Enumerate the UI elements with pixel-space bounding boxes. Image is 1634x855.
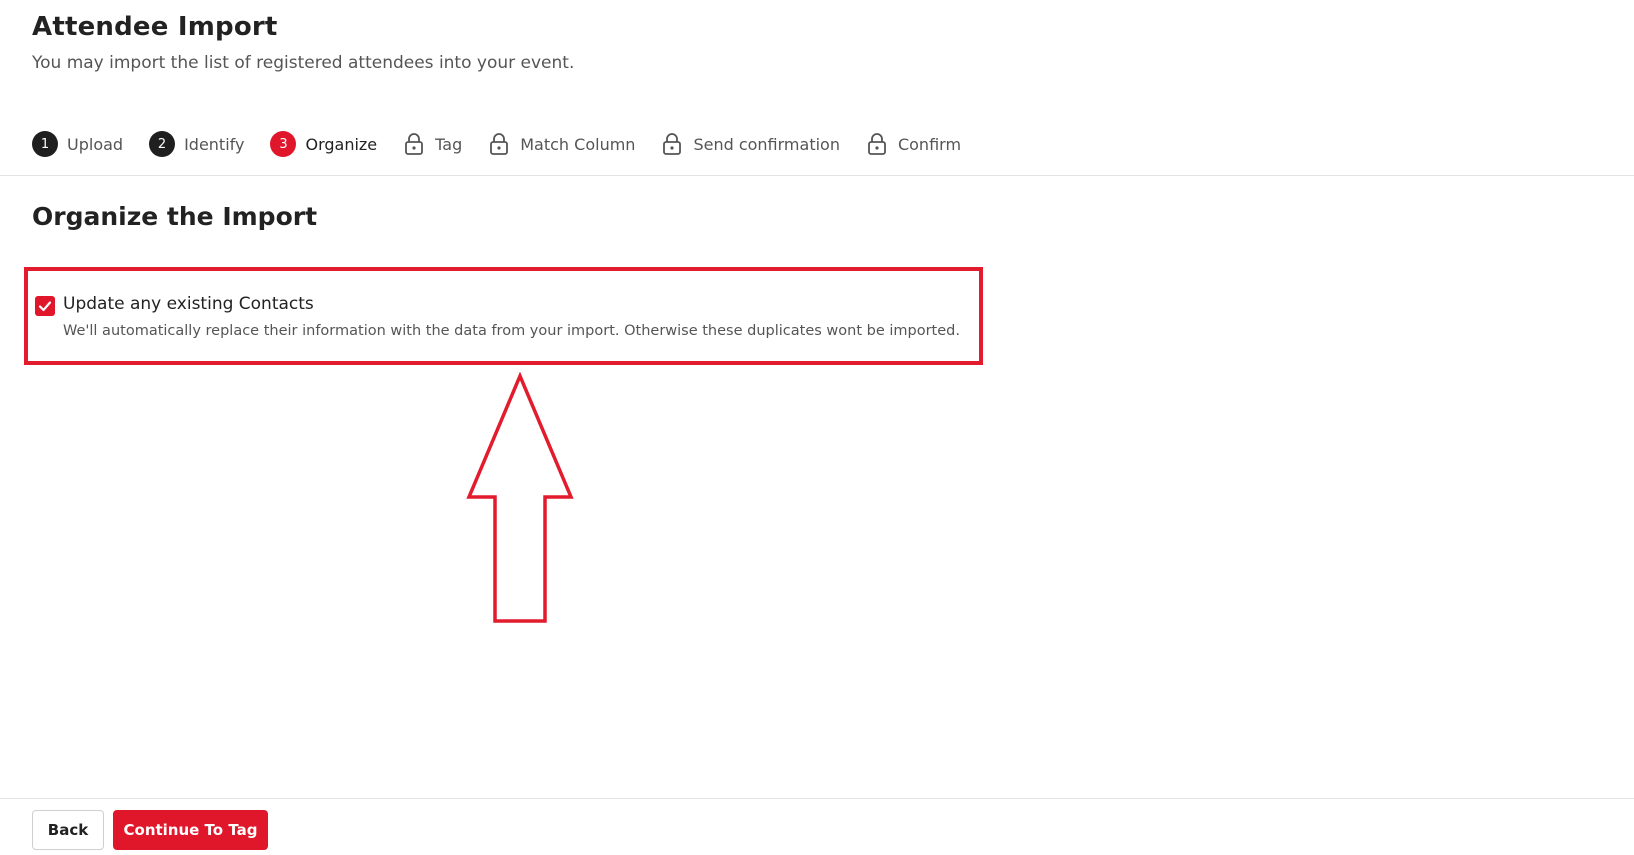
step-organize[interactable]: 3 Organize xyxy=(270,131,377,157)
stepper-divider xyxy=(0,175,1634,176)
update-contacts-option: Update any existing Contacts We'll autom… xyxy=(35,292,960,341)
step-send-confirmation: Send confirmation xyxy=(661,131,840,157)
step-label: Send confirmation xyxy=(693,134,840,154)
step-label: Identify xyxy=(184,134,245,154)
option-text: Update any existing Contacts We'll autom… xyxy=(63,292,960,341)
checkmark-icon xyxy=(38,301,52,312)
lock-icon xyxy=(661,131,683,157)
update-contacts-description: We'll automatically replace their inform… xyxy=(63,323,960,339)
step-number-badge: 1 xyxy=(32,131,58,157)
step-match-column: Match Column xyxy=(488,131,635,157)
step-label: Confirm xyxy=(897,134,962,154)
section-title: Organize the Import xyxy=(32,202,318,231)
step-tag: Tag xyxy=(403,131,462,157)
page-title: Attendee Import xyxy=(32,12,278,42)
lock-icon xyxy=(866,131,888,157)
step-number-badge: 2 xyxy=(149,131,176,157)
lock-icon xyxy=(403,131,425,157)
footer-divider xyxy=(0,798,1634,799)
step-number-badge: 3 xyxy=(270,131,297,157)
back-button[interactable]: Back xyxy=(32,810,104,850)
up-arrow-icon xyxy=(466,372,574,623)
continue-to-tag-button[interactable]: Continue To Tag xyxy=(113,810,268,850)
step-identify[interactable]: 2 Identify xyxy=(149,131,244,157)
import-stepper: 1 Upload 2 Identify 3 Organize Tag Match… xyxy=(32,130,987,158)
update-contacts-checkbox[interactable] xyxy=(35,296,55,316)
step-label: Tag xyxy=(435,134,463,154)
page-subtitle: You may import the list of registered at… xyxy=(32,53,575,73)
update-contacts-label[interactable]: Update any existing Contacts xyxy=(63,292,960,316)
step-label: Organize xyxy=(305,134,378,154)
step-confirm: Confirm xyxy=(866,131,961,157)
step-label: Match Column xyxy=(520,134,636,154)
lock-icon xyxy=(488,131,510,157)
step-label: Upload xyxy=(67,134,124,154)
step-upload[interactable]: 1 Upload xyxy=(32,131,123,157)
